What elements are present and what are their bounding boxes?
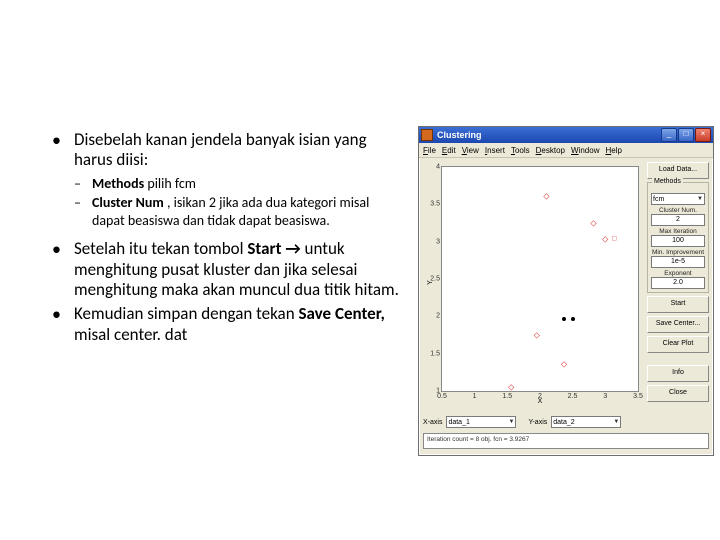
ytick: 3.5 bbox=[430, 201, 440, 208]
bullet-1a-rest: pilih fcm bbox=[147, 175, 196, 192]
minimize-button[interactable]: _ bbox=[661, 128, 677, 142]
close-button[interactable]: Close bbox=[647, 385, 709, 402]
method-value: fcm bbox=[653, 196, 664, 203]
ytick: 1.5 bbox=[430, 350, 440, 357]
bullet-1-text: Disebelah kanan jendela banyak isian yan… bbox=[74, 129, 367, 170]
data-point: ◇ bbox=[590, 221, 595, 226]
spacer bbox=[647, 356, 709, 362]
xtick: 3 bbox=[603, 393, 607, 400]
bullet-1b: Cluster Num , isikan 2 jika ada dua kate… bbox=[52, 194, 402, 229]
exponent-label: Exponent bbox=[651, 270, 705, 277]
exponent-input[interactable]: 2.0 bbox=[651, 277, 705, 289]
info-button[interactable]: Info bbox=[647, 365, 709, 382]
menu-help[interactable]: Help bbox=[605, 146, 621, 155]
data-point: ◇ bbox=[508, 384, 513, 389]
bullet-2: Setelah itu tekan tombol Start → untuk m… bbox=[52, 239, 402, 300]
xtick: 0.5 bbox=[437, 393, 447, 400]
cluster-center bbox=[562, 317, 566, 321]
bullet-1b-bold: Cluster Num bbox=[92, 194, 167, 211]
window-title: Clustering bbox=[437, 130, 661, 140]
data-point: ◇ bbox=[602, 236, 607, 241]
clustering-window: Clustering _ □ × File Edit View Insert T… bbox=[418, 126, 714, 456]
methods-legend: Methods bbox=[652, 178, 683, 185]
ytick: 3 bbox=[436, 238, 440, 245]
save-center-button[interactable]: Save Center... bbox=[647, 316, 709, 333]
titlebar[interactable]: Clustering _ □ × bbox=[419, 127, 713, 143]
scatter-plot[interactable]: 4 3.5 3 2.5 2 1.5 1 0.5 1 1.5 2 2.5 3 3.… bbox=[441, 166, 639, 392]
xtick: 2.5 bbox=[568, 393, 578, 400]
menu-edit[interactable]: Edit bbox=[442, 146, 456, 155]
status-text: Iteration count = 8 obj. fcn = 3.9267 bbox=[423, 433, 709, 449]
method-select[interactable]: fcm ▼ bbox=[651, 193, 705, 205]
close-window-button[interactable]: × bbox=[695, 128, 711, 142]
maxiter-input[interactable]: 100 bbox=[651, 235, 705, 247]
bullet-2-a: Setelah itu tekan tombol bbox=[74, 238, 247, 259]
yaxis-value: data_2 bbox=[553, 419, 574, 426]
menu-view[interactable]: View bbox=[462, 146, 479, 155]
minimprove-label: Min. Improvement bbox=[651, 249, 705, 256]
bottom-panel: X-axis data_1 ▼ Y-axis data_2 ▼ Iteratio… bbox=[423, 414, 709, 452]
data-point: □ bbox=[612, 236, 617, 241]
xaxis-label: X-axis bbox=[423, 419, 442, 426]
ytick: 2 bbox=[436, 313, 440, 320]
controls-panel: Load Data... Methods fcm ▼ Cluster Num. … bbox=[647, 162, 709, 402]
maximize-button[interactable]: □ bbox=[678, 128, 694, 142]
plot-panel: 4 3.5 3 2.5 2 1.5 1 0.5 1 1.5 2 2.5 3 3.… bbox=[423, 162, 641, 412]
clear-plot-button[interactable]: Clear Plot bbox=[647, 336, 709, 353]
menu-tools[interactable]: Tools bbox=[511, 146, 530, 155]
maxiter-label: Max Iteration bbox=[651, 228, 705, 235]
clusternum-label: Cluster Num. bbox=[651, 207, 705, 214]
bullet-1a: Methods pilih fcm bbox=[52, 175, 402, 193]
bullet-1: Disebelah kanan jendela banyak isian yan… bbox=[52, 130, 402, 171]
ytick: 4 bbox=[436, 164, 440, 171]
bullet-1a-bold: Methods bbox=[92, 175, 147, 192]
x-axis-label: X bbox=[538, 398, 543, 405]
bullet-3-c: misal center. dat bbox=[74, 324, 187, 345]
cluster-center bbox=[571, 317, 575, 321]
xtick: 3.5 bbox=[633, 393, 643, 400]
yaxis-label: Y-axis bbox=[528, 419, 547, 426]
clusternum-input[interactable]: 2 bbox=[651, 214, 705, 226]
yaxis-select[interactable]: data_2 ▼ bbox=[551, 416, 621, 428]
menubar: File Edit View Insert Tools Desktop Wind… bbox=[419, 143, 713, 158]
bullet-2-b: Start bbox=[247, 238, 285, 259]
data-point: ◇ bbox=[561, 362, 566, 367]
xaxis-value: data_1 bbox=[448, 419, 469, 426]
bullet-3-b: Save Center, bbox=[298, 303, 384, 324]
bullet-3-a: Kemudian simpan dengan tekan bbox=[74, 303, 298, 324]
app-icon bbox=[421, 129, 433, 141]
chevron-down-icon: ▼ bbox=[613, 419, 619, 425]
methods-group: Methods fcm ▼ Cluster Num. 2 Max Iterati… bbox=[647, 182, 709, 293]
data-point: ◇ bbox=[534, 333, 539, 338]
menu-desktop[interactable]: Desktop bbox=[536, 146, 565, 155]
y-axis-label: Y bbox=[427, 280, 434, 285]
arrow-icon: → bbox=[285, 238, 300, 259]
load-data-button[interactable]: Load Data... bbox=[647, 162, 709, 179]
start-button[interactable]: Start bbox=[647, 296, 709, 313]
menu-insert[interactable]: Insert bbox=[485, 146, 505, 155]
data-point: ◇ bbox=[543, 194, 548, 199]
xaxis-select[interactable]: data_1 ▼ bbox=[446, 416, 516, 428]
chevron-down-icon: ▼ bbox=[509, 419, 515, 425]
menu-file[interactable]: File bbox=[423, 146, 436, 155]
menu-window[interactable]: Window bbox=[571, 146, 599, 155]
minimprove-input[interactable]: 1e-5 bbox=[651, 256, 705, 268]
bullet-3: Kemudian simpan dengan tekan Save Center… bbox=[52, 304, 402, 345]
xtick: 1.5 bbox=[502, 393, 512, 400]
chevron-down-icon: ▼ bbox=[697, 196, 703, 202]
xtick: 1 bbox=[473, 393, 477, 400]
